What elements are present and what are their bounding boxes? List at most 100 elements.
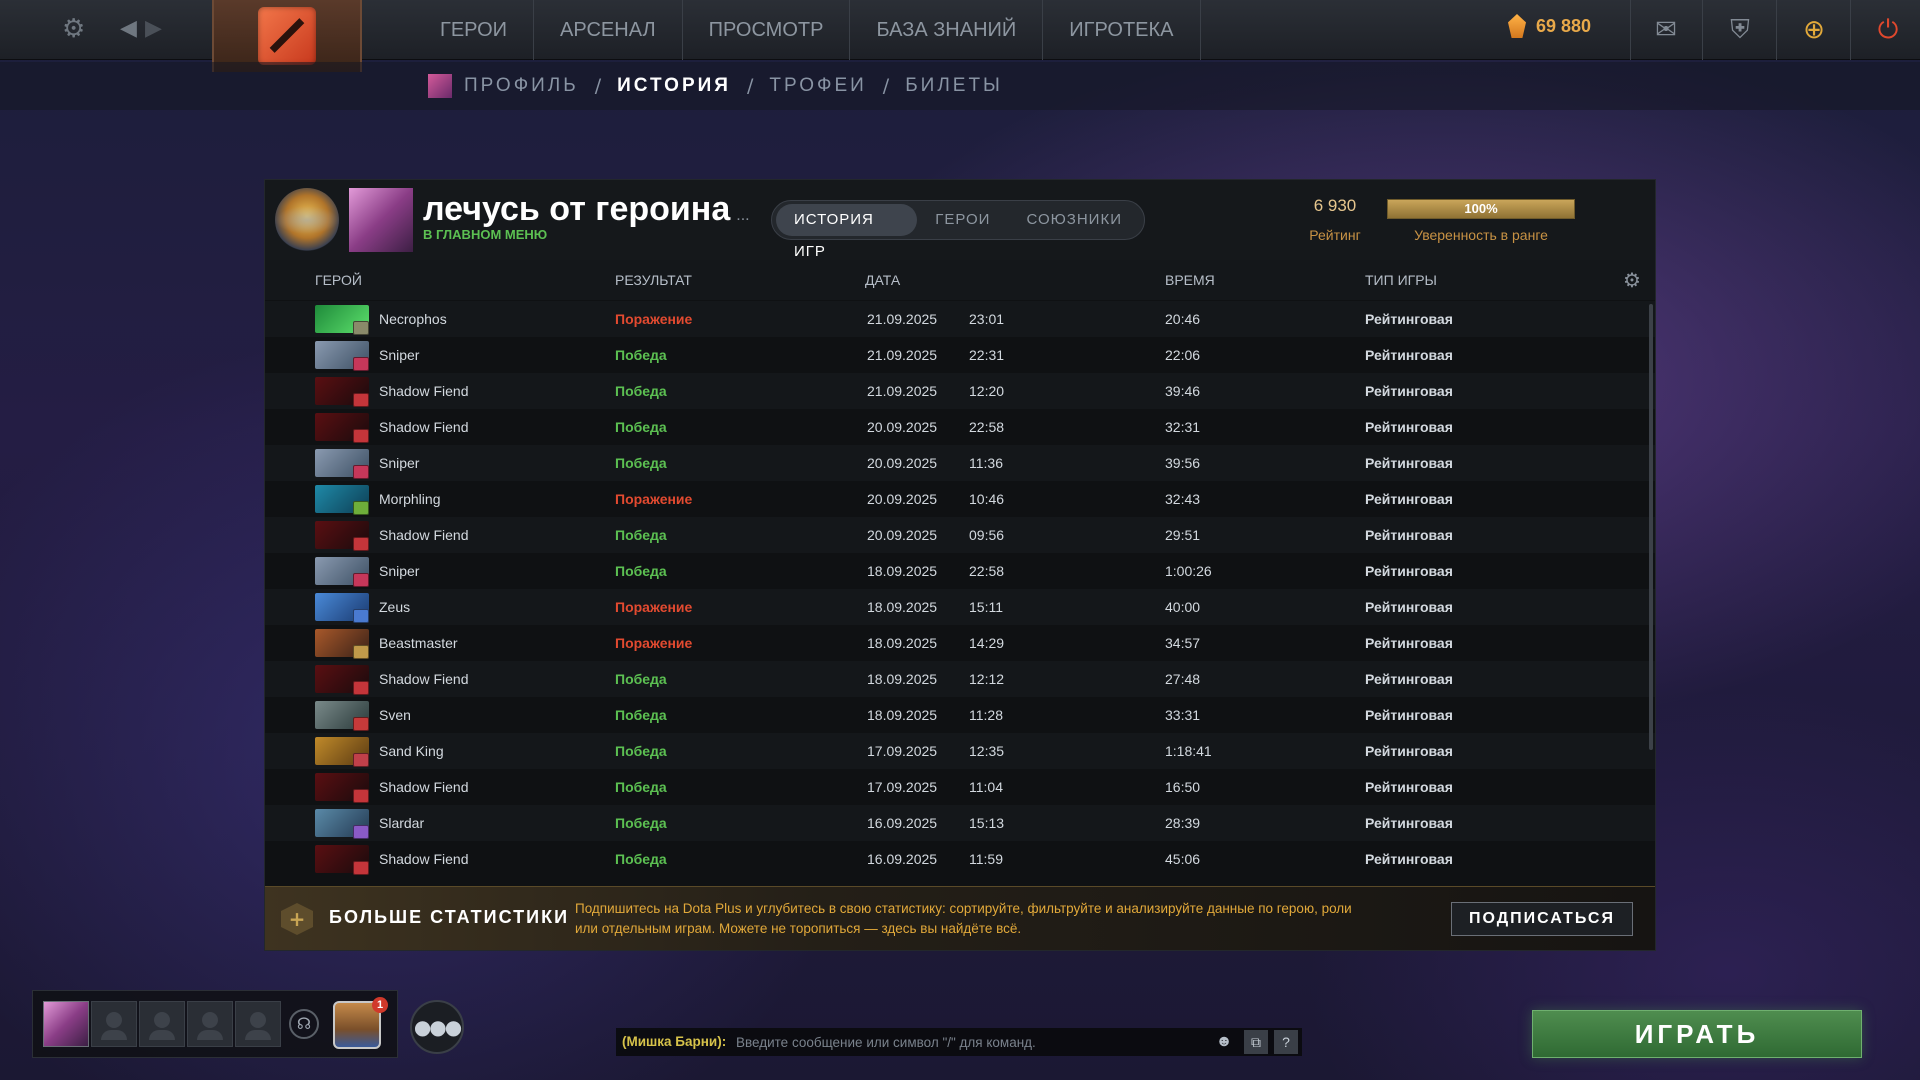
match-duration: 22:06: [1165, 347, 1201, 363]
match-type: Рейтинговая: [1365, 851, 1453, 867]
match-time: 22:58: [969, 563, 1005, 579]
match-date: 20.09.2025: [867, 491, 938, 507]
table-row[interactable]: Shadow Fiend Победа 18.09.2025 12:12 27:48 Ре…: [265, 661, 1655, 697]
table-row[interactable]: Sven Победа 18.09.2025 11:28 33:31 Рейтингова…: [265, 697, 1655, 733]
group-icon[interactable]: ●●●: [410, 1000, 464, 1054]
role-badge-icon: [353, 573, 369, 587]
subnav-trophies[interactable]: ТРОФЕИ: [769, 75, 866, 97]
table-row[interactable]: Beastmaster Поражение 18.09.2025 14:29 34:57…: [265, 625, 1655, 661]
match-result: Поражение: [615, 311, 693, 327]
column-result[interactable]: РЕЗУЛЬТАТ: [615, 272, 692, 288]
match-date: 18.09.2025: [867, 707, 938, 723]
subnav-tickets[interactable]: БИЛЕТЫ: [905, 75, 1003, 97]
table-row[interactable]: Shadow Fiend Победа 16.09.2025 11:59 45:06 Ре…: [265, 841, 1655, 877]
rating-value: 6 930: [1313, 196, 1357, 215]
user-silhouette-icon: [197, 1012, 223, 1040]
column-hero[interactable]: ГЕРОЙ: [315, 272, 362, 288]
table-row[interactable]: Sniper Победа 18.09.2025 22:58 1:00:26 Рейтин…: [265, 553, 1655, 589]
match-duration: 32:31: [1165, 419, 1201, 435]
role-badge-icon: [353, 393, 369, 407]
match-type: Рейтинговая: [1365, 563, 1453, 579]
party-slot-empty[interactable]: [187, 1001, 233, 1047]
match-time: 15:11: [969, 599, 1003, 615]
rank-confidence-value: 100%: [1464, 201, 1498, 216]
help-button[interactable]: ?: [1274, 1030, 1298, 1054]
tab-heroes[interactable]: ГЕРОИ: [917, 204, 1008, 236]
party-slot-empty[interactable]: [235, 1001, 281, 1047]
match-date: 16.09.2025: [867, 815, 938, 831]
chat-input[interactable]: [736, 1028, 1196, 1056]
match-date: 20.09.2025: [867, 419, 938, 435]
table-row[interactable]: Shadow Fiend Победа 21.09.2025 12:20 39:46 Ре…: [265, 373, 1655, 409]
nav-knowledge-base[interactable]: БАЗА ЗНАНИЙ: [850, 0, 1044, 60]
table-row[interactable]: Shadow Fiend Победа 20.09.2025 22:58 32:31 Ре…: [265, 409, 1655, 445]
table-row[interactable]: Sniper Победа 20.09.2025 11:36 39:56 Рейтинго…: [265, 445, 1655, 481]
breadcrumb-separator: /: [882, 75, 890, 97]
party-slot-self[interactable]: [43, 1001, 89, 1047]
tab-allies[interactable]: СОЮЗНИКИ: [1008, 204, 1140, 236]
rank-medal-icon[interactable]: [275, 188, 339, 252]
role-badge-icon: [353, 321, 369, 335]
chat-channel[interactable]: (Мишка Барни):: [622, 1028, 726, 1056]
match-result: Победа: [615, 851, 667, 867]
gear-icon[interactable]: ⚙: [1623, 268, 1641, 293]
role-badge-icon: [353, 429, 369, 443]
mail-icon[interactable]: ✉: [1648, 12, 1684, 48]
nav-arcade[interactable]: ИГРОТЕКА: [1043, 0, 1201, 60]
match-type: Рейтинговая: [1365, 779, 1453, 795]
avatar[interactable]: [349, 188, 413, 252]
match-duration: 27:48: [1165, 671, 1201, 687]
plus-icon[interactable]: ⊕: [1796, 12, 1832, 48]
breadcrumb-separator: /: [594, 75, 602, 97]
gear-icon[interactable]: ⚙: [62, 14, 85, 44]
chat-bar: (Мишка Барни): ☻ ⧉ ?: [616, 1028, 1302, 1056]
table-row[interactable]: Morphling Поражение 20.09.2025 10:46 32:43 Ре…: [265, 481, 1655, 517]
match-type: Рейтинговая: [1365, 707, 1453, 723]
table-row[interactable]: Shadow Fiend Победа 20.09.2025 09:56 29:51 Ре…: [265, 517, 1655, 553]
match-date: 21.09.2025: [867, 347, 938, 363]
banner-title: БОЛЬШЕ СТАТИСТИКИ: [329, 907, 570, 927]
table-row[interactable]: Shadow Fiend Победа 17.09.2025 11:04 16:50 Ре…: [265, 769, 1655, 805]
table-header: ГЕРОЙ РЕЗУЛЬТАТ ДАТА ВРЕМЯ ТИП ИГРЫ ⚙: [265, 260, 1655, 300]
table-row[interactable]: Zeus Поражение 18.09.2025 15:11 40:00 Рейтинг…: [265, 589, 1655, 625]
subscribe-button[interactable]: ПОДПИСАТЬСЯ: [1451, 902, 1633, 936]
power-icon[interactable]: ⏻: [1870, 12, 1906, 48]
match-date: 20.09.2025: [867, 455, 938, 471]
column-game-type[interactable]: ТИП ИГРЫ: [1365, 272, 1437, 288]
tab-match-history[interactable]: ИСТОРИЯ ИГР: [776, 204, 918, 260]
nav-arsenal[interactable]: АРСЕНАЛ: [534, 0, 683, 60]
arrow-left-icon[interactable]: ◀: [120, 14, 137, 44]
nav-heroes[interactable]: ГЕРОИ: [400, 0, 535, 60]
match-history-panel: лечусь от героина... В ГЛАВНОМ МЕНЮ ИСТО…: [264, 179, 1656, 951]
table-row[interactable]: Slardar Победа 16.09.2025 15:13 28:39 Рейтинг…: [265, 805, 1655, 841]
column-date[interactable]: ДАТА: [865, 272, 900, 288]
nav-watch[interactable]: ПРОСМОТР: [683, 0, 851, 60]
emoji-icon[interactable]: ☻: [1212, 1028, 1236, 1056]
party-slot-empty[interactable]: [139, 1001, 185, 1047]
rating-label: Рейтинг: [1309, 227, 1361, 243]
player-name: лечусь от героина...: [423, 190, 750, 229]
table-row[interactable]: Sand King Победа 17.09.2025 12:35 1:18:41 Рей…: [265, 733, 1655, 769]
scrollbar[interactable]: [1649, 304, 1653, 750]
match-date: 17.09.2025: [867, 779, 938, 795]
match-result: Поражение: [615, 599, 693, 615]
table-row[interactable]: Necrophos Поражение 21.09.2025 23:01 20:46 Ре…: [265, 301, 1655, 337]
shield-sword-icon[interactable]: ⛨: [1722, 12, 1758, 48]
table-row[interactable]: Sniper Победа 21.09.2025 22:31 22:06 Рейтинго…: [265, 337, 1655, 373]
match-type: Рейтинговая: [1365, 491, 1453, 507]
subnav-history[interactable]: ИСТОРИЯ: [617, 75, 731, 97]
subnav-profile[interactable]: ПРОФИЛЬ: [464, 75, 579, 97]
match-duration: 32:43: [1165, 491, 1201, 507]
match-time: 22:58: [969, 419, 1005, 435]
hero-name: Zeus: [379, 599, 411, 615]
party-slot-empty[interactable]: [91, 1001, 137, 1047]
match-list: Necrophos Поражение 21.09.2025 23:01 20:46 Ре…: [265, 301, 1655, 886]
match-time: 11:59: [969, 851, 1003, 867]
headset-icon[interactable]: ☊: [289, 1009, 319, 1039]
shards-balance[interactable]: 69 880: [1508, 14, 1591, 38]
match-time: 23:01: [969, 311, 1005, 327]
play-button[interactable]: ИГРАТЬ: [1532, 1010, 1862, 1058]
screenshot-icon[interactable]: ⧉: [1244, 1030, 1268, 1054]
arrow-right-icon[interactable]: ▶: [145, 14, 162, 44]
column-duration[interactable]: ВРЕМЯ: [1165, 272, 1215, 288]
